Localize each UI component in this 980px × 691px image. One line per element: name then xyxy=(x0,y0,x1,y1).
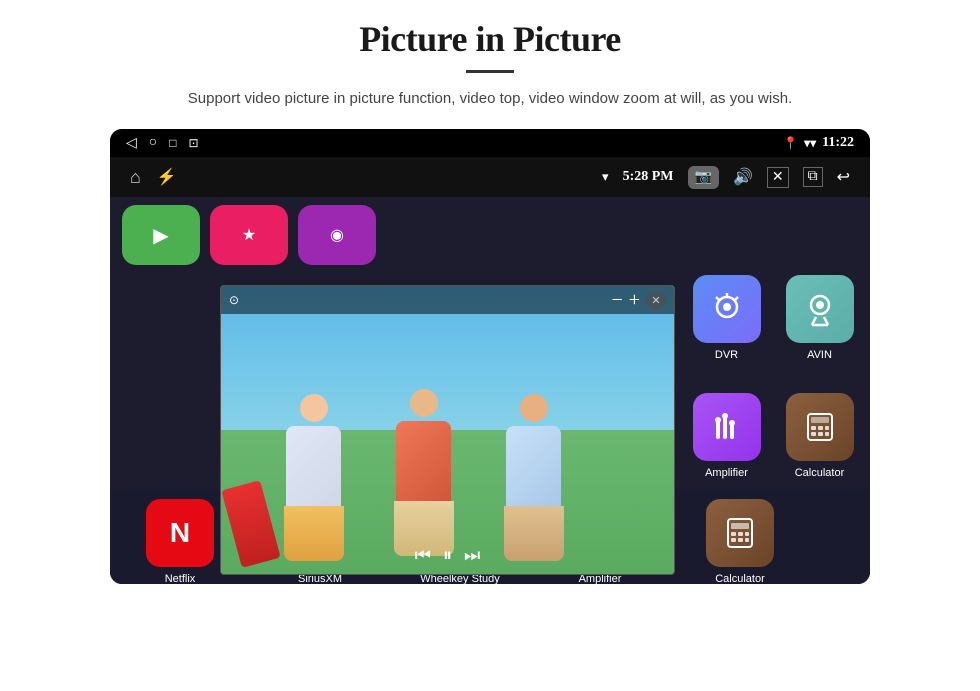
volume-icon[interactable]: 🔊 xyxy=(733,167,753,187)
person-3 xyxy=(496,394,571,549)
location-icon: 📍 xyxy=(783,136,798,151)
dvr-icon-bg xyxy=(693,275,761,343)
title-divider xyxy=(466,70,514,73)
pip-top-controls: ⊙ − + ✕ xyxy=(221,286,674,314)
pip-mode-icon[interactable]: ⧉ xyxy=(803,167,823,187)
menu-icon[interactable]: ⊡ xyxy=(189,136,199,151)
pip-close-button[interactable]: ✕ xyxy=(646,290,666,310)
status-bar-indicators: 📍 ▾▾ 11:22 xyxy=(783,135,854,151)
camera-button[interactable]: 📷 xyxy=(688,166,719,189)
avin-label: AVIN xyxy=(807,349,832,361)
nav-bar-right: ▾ 5:28 PM 📷 🔊 ✕ ⧉ ↩ xyxy=(602,166,850,189)
top-app-row: ▶ ★ ◉ xyxy=(122,205,376,265)
back-icon[interactable]: ◁ xyxy=(126,135,137,152)
netflix-icon-bg: N xyxy=(146,499,214,567)
calculator-bottom-app[interactable]: Calculator xyxy=(670,495,810,584)
wifi-icon: ▾▾ xyxy=(804,136,816,151)
main-content: ▶ ★ ◉ xyxy=(110,197,870,584)
calculator-app[interactable]: Calculator xyxy=(777,383,862,493)
nav-usb-icon: ⚡ xyxy=(157,167,177,187)
person-1 xyxy=(276,394,351,549)
calculator-bottom-icon xyxy=(721,514,759,552)
recents-icon[interactable]: □ xyxy=(169,136,176,151)
android-status-bar: ◁ ○ □ ⊡ 📍 ▾▾ 11:22 xyxy=(110,129,870,157)
nav-home-icon[interactable]: ⌂ xyxy=(130,167,141,188)
person-2 xyxy=(386,389,461,549)
status-bar-nav: ◁ ○ □ ⊡ xyxy=(126,135,199,152)
dvr-label: DVR xyxy=(715,349,738,361)
calculator-bottom-icon-bg xyxy=(706,499,774,567)
calculator-bottom-label: Calculator xyxy=(715,573,765,584)
avin-icon-bg xyxy=(786,275,854,343)
close-nav-icon[interactable]: ✕ xyxy=(767,167,789,188)
right-app-grid: DVR AVIN xyxy=(684,265,862,493)
pip-plus-button[interactable]: + xyxy=(629,289,640,312)
nav-bar-left: ⌂ ⚡ xyxy=(130,167,177,188)
netflix-label: Netflix xyxy=(165,573,196,584)
amplifier-label: Amplifier xyxy=(705,467,748,479)
calculator-label: Calculator xyxy=(795,467,845,479)
pink-app-icon[interactable]: ★ xyxy=(210,205,288,265)
avin-icon xyxy=(802,291,838,327)
page-wrapper: Picture in Picture Support video picture… xyxy=(0,0,980,691)
nav-back-icon[interactable]: ↩ xyxy=(837,167,850,187)
android-nav-bar: ⌂ ⚡ ▾ 5:28 PM 📷 🔊 ✕ ⧉ ↩ xyxy=(110,157,870,197)
calculator-icon-bg xyxy=(786,393,854,461)
calculator-icon xyxy=(802,409,838,445)
dvr-app[interactable]: DVR xyxy=(684,265,769,375)
pip-minus-button[interactable]: − xyxy=(611,289,622,312)
nav-wifi-icon: ▾ xyxy=(602,169,609,185)
page-subtitle: Support video picture in picture functio… xyxy=(188,87,792,111)
pip-play-icon[interactable]: ⏸ xyxy=(443,545,452,566)
pip-video-overlay[interactable]: ⊙ − + ✕ ⏮ ⏸ ⏭ xyxy=(220,285,675,575)
dvr-icon xyxy=(709,291,745,327)
status-time: 11:22 xyxy=(822,135,854,151)
amplifier-icon-bg xyxy=(693,393,761,461)
pip-rewind-icon[interactable]: ⏮ xyxy=(415,545,431,566)
pip-video-content: ⊙ − + ✕ ⏮ ⏸ ⏭ xyxy=(221,286,674,574)
green-app-icon[interactable]: ▶ xyxy=(122,205,200,265)
amplifier-icon xyxy=(709,409,745,445)
nav-time: 5:28 PM xyxy=(623,169,674,185)
pip-playback-controls[interactable]: ⏮ ⏸ ⏭ xyxy=(415,545,480,566)
pip-record-icon: ⊙ xyxy=(229,293,239,308)
amplifier-app[interactable]: Amplifier xyxy=(684,383,769,493)
page-title: Picture in Picture xyxy=(359,18,621,60)
home-icon[interactable]: ○ xyxy=(149,135,157,151)
pip-scene xyxy=(221,286,674,574)
pip-forward-icon[interactable]: ⏭ xyxy=(464,545,480,566)
device-frame: ◁ ○ □ ⊡ 📍 ▾▾ 11:22 ⌂ ⚡ ▾ xyxy=(110,129,870,584)
purple-app-icon[interactable]: ◉ xyxy=(298,205,376,265)
avin-app[interactable]: AVIN xyxy=(777,265,862,375)
